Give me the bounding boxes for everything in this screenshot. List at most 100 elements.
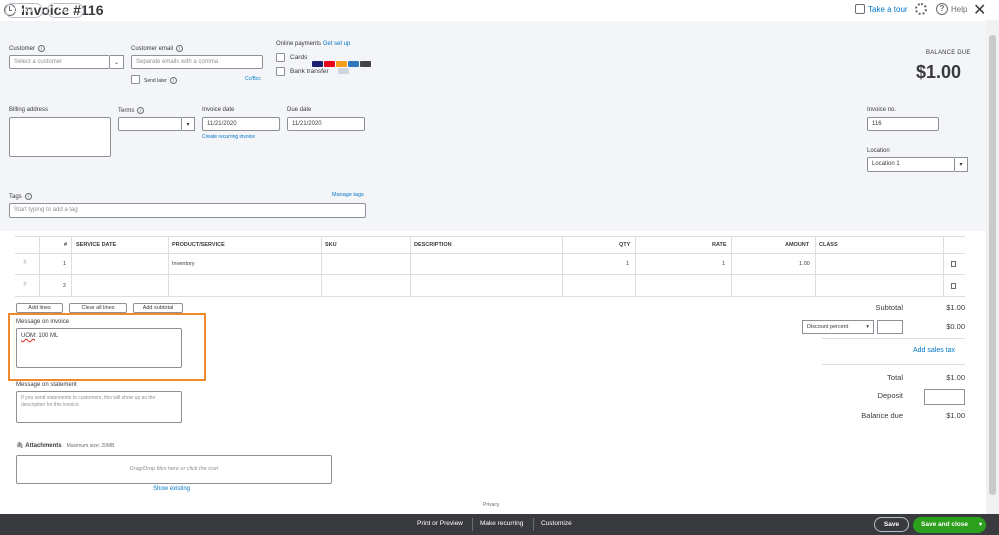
close-icon[interactable]: ✕ xyxy=(973,0,986,20)
help-button[interactable]: ? Help xyxy=(936,3,967,15)
message-rest: : 100 ML xyxy=(35,333,59,339)
tags-label: Tags i xyxy=(9,193,32,200)
due-date-label: Due date xyxy=(287,107,312,113)
clear-button[interactable]: Clear xyxy=(47,3,84,18)
col-divider xyxy=(731,236,732,296)
customer-label: Customer i xyxy=(9,45,46,52)
col-divider xyxy=(635,236,636,296)
col-divider xyxy=(410,236,411,296)
row-product[interactable]: Inventory xyxy=(172,261,195,267)
cancel-button[interactable]: Cancel xyxy=(5,3,43,18)
location-label: Location xyxy=(867,148,890,154)
chevron-down-icon: ▾ xyxy=(866,324,869,330)
row-rate[interactable]: 1 xyxy=(722,261,725,267)
terms-select[interactable]: ▾ xyxy=(118,117,195,131)
add-lines-button[interactable]: Add lines xyxy=(16,303,63,313)
trash-icon[interactable] xyxy=(951,283,956,289)
online-payments-label: Online payments Get set up xyxy=(276,41,351,47)
row-qty[interactable]: 1 xyxy=(626,261,629,267)
billing-address-input[interactable] xyxy=(9,117,111,157)
cards-checkbox[interactable] xyxy=(276,53,285,62)
col-divider xyxy=(39,236,40,296)
cc-bcc-link[interactable]: Cc/Bcc xyxy=(245,76,261,82)
visa-icon xyxy=(312,61,323,67)
drag-handle-icon[interactable]: ⠿ xyxy=(23,260,27,266)
col-divider xyxy=(321,236,322,296)
message-uom: UOM xyxy=(21,333,35,339)
gear-icon[interactable] xyxy=(915,3,927,15)
attachment-dropzone[interactable]: Drag/Drop files here or click the icon xyxy=(16,455,332,484)
terms-label: Terms i xyxy=(118,107,145,114)
table-row-border xyxy=(15,274,965,275)
deposit-input[interactable] xyxy=(924,389,965,405)
take-tour-link[interactable]: Take a tour xyxy=(855,4,908,14)
location-select[interactable]: Location 1 ▾ xyxy=(867,157,968,172)
chevron-down-icon[interactable]: ▾ xyxy=(979,517,982,533)
get-set-up-link[interactable]: Get set up xyxy=(323,41,351,47)
row-amount[interactable]: 1.00 xyxy=(799,261,810,267)
max-size-label: Maximum size: 20MB xyxy=(66,443,115,449)
tour-icon xyxy=(855,4,865,14)
applepay-icon xyxy=(360,61,371,67)
total-value: $1.00 xyxy=(946,373,965,382)
manage-tags-link[interactable]: Manage tags xyxy=(332,192,364,198)
discount-input[interactable] xyxy=(877,320,903,334)
print-preview-link[interactable]: Print or Preview xyxy=(417,520,463,527)
privacy-link[interactable]: Privacy xyxy=(483,502,499,508)
chevron-down-icon[interactable]: ▾ xyxy=(182,117,195,131)
invoice-no-label: Invoice no. xyxy=(867,107,897,113)
help-icon: ? xyxy=(936,3,948,15)
message-invoice-input[interactable]: UOM: 100 ML xyxy=(16,328,182,368)
customer-select[interactable]: Select a customer ⌄ xyxy=(9,55,124,69)
message-invoice-label: Message on invoice xyxy=(16,319,70,325)
customize-link[interactable]: Customize xyxy=(541,520,572,527)
info-icon: i xyxy=(137,107,145,114)
attachments-label: 🖇 Attachments Maximum size: 20MB xyxy=(16,443,115,449)
create-recurring-link[interactable]: Create recurring invoice xyxy=(202,134,255,140)
discount-type-label: Discount percent xyxy=(807,324,849,330)
due-date-input[interactable]: 11/21/2020 xyxy=(287,117,365,131)
footer-divider xyxy=(533,518,534,531)
footer-divider xyxy=(472,518,473,531)
discount-type-select[interactable]: Discount percent ▾ xyxy=(802,320,874,334)
chevron-down-icon[interactable]: ⌄ xyxy=(110,55,124,69)
message-statement-label: Message on statement xyxy=(16,382,77,388)
info-icon: i xyxy=(24,193,32,200)
send-later-checkbox[interactable] xyxy=(131,75,140,84)
scrollbar-thumb[interactable] xyxy=(989,35,996,495)
add-sales-tax-link[interactable]: Add sales tax xyxy=(913,347,955,354)
bank-icon xyxy=(338,68,349,74)
bank-transfer-label: Bank transfer xyxy=(290,68,329,75)
location-input[interactable]: Location 1 xyxy=(867,157,955,172)
message-statement-input[interactable]: If you send statements to customers, thi… xyxy=(16,391,182,423)
help-label: Help xyxy=(951,4,968,14)
balance-due-total-value: $1.00 xyxy=(946,411,965,420)
col-header-product: PRODUCT/SERVICE xyxy=(172,242,225,248)
clear-all-lines-button[interactable]: Clear all lines xyxy=(69,303,127,313)
invoice-date-input[interactable]: 11/21/2020 xyxy=(202,117,280,131)
table-row-border xyxy=(15,296,965,297)
col-divider xyxy=(71,236,72,296)
cards-label: Cards xyxy=(290,54,308,61)
add-subtotal-button[interactable]: Add subtotal xyxy=(133,303,183,313)
bank-transfer-checkbox[interactable] xyxy=(276,67,285,76)
balance-due-label: BALANCE DUE xyxy=(926,50,971,56)
col-header-service-date: SERVICE DATE xyxy=(76,242,117,248)
col-divider xyxy=(815,236,816,296)
customer-input[interactable]: Select a customer xyxy=(9,55,110,69)
chevron-down-icon[interactable]: ▾ xyxy=(955,157,968,172)
trash-icon[interactable] xyxy=(951,261,956,267)
make-recurring-link[interactable]: Make recurring xyxy=(480,520,523,527)
show-existing-link[interactable]: Show existing xyxy=(153,486,190,492)
col-header-description: DESCRIPTION xyxy=(414,242,452,248)
tags-input[interactable]: Start typing to add a tag xyxy=(9,203,366,218)
col-divider xyxy=(943,236,944,296)
customer-email-input[interactable]: Separate emails with a comma xyxy=(131,55,263,69)
invoice-no-input[interactable]: 116 xyxy=(867,117,939,131)
info-icon: i xyxy=(176,45,184,52)
save-button[interactable]: Save xyxy=(874,517,909,532)
terms-input[interactable] xyxy=(118,117,182,131)
table-top-border xyxy=(15,236,965,237)
drag-handle-icon[interactable]: ⠿ xyxy=(23,282,27,288)
save-and-close-button[interactable]: Save and close ▾ xyxy=(913,517,986,533)
